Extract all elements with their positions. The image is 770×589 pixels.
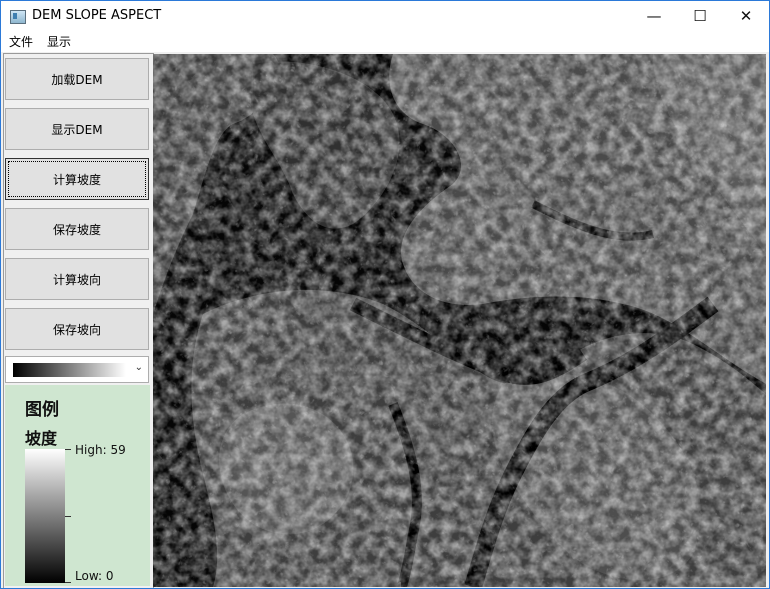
title-bar[interactable]: DEM SLOPE ASPECT — ☐ ✕ [1, 1, 769, 31]
legend-low-label: Low: 0 [75, 569, 114, 583]
color-ramp-preview [13, 363, 126, 377]
chevron-down-icon[interactable]: ⌄ [135, 362, 143, 373]
menu-bar: 文件 显示 [1, 31, 769, 52]
slope-raster-image [153, 54, 766, 587]
legend-tick-mid [65, 516, 71, 517]
map-canvas[interactable] [153, 54, 766, 587]
app-window: DEM SLOPE ASPECT — ☐ ✕ 文件 显示 加载DEM 显示DEM… [0, 0, 770, 589]
load-dem-button[interactable]: 加载DEM [5, 58, 149, 100]
legend-gradient-bar [25, 449, 65, 583]
show-dem-button[interactable]: 显示DEM [5, 108, 149, 150]
close-button[interactable]: ✕ [723, 1, 769, 31]
tool-panel: 加载DEM 显示DEM 计算坡度 保存坡度 计算坡向 保存坡向 ⌄ 图例 坡度 … [3, 53, 154, 588]
legend-tick-high [65, 449, 71, 450]
menu-file[interactable]: 文件 [9, 33, 33, 50]
legend-layer-name: 坡度 [25, 429, 58, 448]
minimize-button[interactable]: — [631, 1, 677, 31]
calc-slope-button[interactable]: 计算坡度 [5, 158, 149, 200]
legend-panel: 图例 坡度 High: 59 Low: 0 [5, 385, 150, 586]
legend-high-label: High: 59 [75, 443, 126, 457]
maximize-button[interactable]: ☐ [677, 1, 723, 31]
legend-title: 图例 [25, 400, 59, 420]
legend-tick-low [65, 582, 71, 583]
save-aspect-button[interactable]: 保存坡向 [5, 308, 149, 350]
raster-ridges [153, 54, 766, 587]
app-icon [10, 10, 26, 24]
color-ramp-select[interactable]: ⌄ [5, 356, 149, 383]
window-title: DEM SLOPE ASPECT [32, 8, 162, 23]
calc-aspect-button[interactable]: 计算坡向 [5, 258, 149, 300]
save-slope-button[interactable]: 保存坡度 [5, 208, 149, 250]
menu-display[interactable]: 显示 [47, 33, 71, 50]
